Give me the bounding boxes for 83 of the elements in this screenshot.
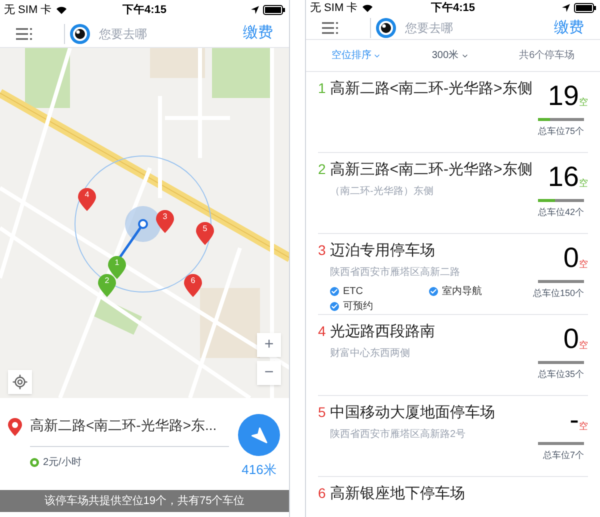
location-arrow-icon (562, 4, 570, 12)
map-marker[interactable]: 2 (98, 274, 116, 297)
location-arrow-icon (251, 6, 259, 14)
total-spaces: 总车位7个 (542, 449, 584, 462)
occupancy-bar (538, 361, 584, 364)
parking-lot-row[interactable]: 2 高新三路<南二环-光华路>东侧 （南二环-光华路）东侧 16空 总车位42个 (318, 153, 588, 234)
parking-lot-row[interactable]: 6 高新银座地下停车场 (318, 477, 588, 517)
lot-name[interactable]: 高新二路<南二环-光华路>东侧 (330, 78, 532, 100)
battery-icon (263, 5, 285, 15)
total-spaces: 总车位35个 (538, 368, 584, 381)
location-pin-icon (8, 418, 22, 436)
parking-lot-row[interactable]: 1 高新二路<南二环-光华路>东侧 19空 总车位75个 (318, 72, 588, 153)
check-icon (429, 286, 438, 296)
zoom-in-button[interactable]: + (257, 333, 281, 357)
feature-label: ETC (343, 284, 363, 298)
occupancy-bar (538, 280, 584, 283)
distance-text: 416米 (242, 461, 276, 479)
lot-index: 3 (318, 241, 326, 260)
wifi-icon (362, 4, 373, 12)
pay-button[interactable]: 缴费 (554, 16, 584, 39)
feature-label: 可预约 (343, 300, 373, 314)
total-spaces: 总车位75个 (538, 125, 584, 138)
carrier-text: 无 SIM 卡 (4, 2, 52, 18)
available-unit: 空 (579, 177, 588, 190)
price-text: 2元/小时 (43, 456, 82, 470)
lot-name[interactable]: 高新银座地下停车场 (330, 483, 465, 506)
map-marker[interactable]: 6 (184, 274, 202, 297)
parking-lot-row[interactable]: 4 光远路西段路南 财富中心东西两侧 0空 总车位35个 (318, 315, 588, 396)
lot-index: 2 (318, 160, 326, 179)
total-spaces: 总车位42个 (538, 206, 584, 219)
footer-message: 该停车场共提供空位19个，共有75个车位 (0, 490, 289, 512)
available-count: 0 (563, 325, 579, 353)
lot-index: 4 (318, 322, 326, 341)
map-marker[interactable]: 4 (78, 188, 96, 211)
lot-name[interactable]: 光远路西段路南 (330, 321, 435, 344)
coin-icon (30, 458, 39, 467)
feature-label: 室内导航 (442, 284, 482, 298)
lot-index: 5 (318, 403, 326, 422)
filter-dropdown[interactable]: 空位排序 (331, 48, 382, 63)
pay-button[interactable]: 缴费 (243, 22, 273, 45)
available-count: - (570, 406, 579, 434)
filter-dropdown[interactable]: 300米 (432, 48, 469, 63)
check-icon (330, 302, 339, 310)
clock-text: 下午4:15 (122, 2, 167, 18)
carrier-text: 无 SIM 卡 (310, 1, 358, 16)
available-unit: 空 (579, 96, 588, 109)
battery-icon (574, 3, 596, 14)
available-count: 0 (563, 244, 579, 272)
lot-index: 1 (318, 79, 326, 98)
available-unit: 空 (579, 420, 588, 433)
locate-button[interactable] (8, 370, 32, 394)
lot-name[interactable]: 中国移动大厦地面停车场 (330, 402, 495, 424)
map-marker[interactable]: 3 (156, 210, 174, 233)
navigate-button[interactable] (238, 414, 280, 456)
lot-index: 6 (318, 484, 326, 503)
menu-icon[interactable] (16, 28, 32, 40)
lot-count-text: 共6个停车场 (519, 48, 575, 63)
map-marker[interactable]: 5 (196, 222, 214, 245)
clock-text: 下午4:15 (430, 0, 476, 16)
lot-address: 陕西省西安市雁塔区高新路2号 (330, 428, 467, 442)
available-unit: 空 (579, 258, 588, 271)
zoom-out-button[interactable]: − (257, 361, 281, 385)
available-count: 19 (548, 82, 579, 110)
menu-icon[interactable] (322, 22, 338, 34)
total-spaces: 总车位150个 (532, 287, 584, 300)
check-icon (330, 286, 339, 296)
wifi-icon (56, 6, 67, 14)
occupancy-bar (538, 442, 584, 445)
parking-lot-row[interactable]: 3 迈泊专用停车场 陕西省西安市雁塔区高新二路 ETC 室内导航 可预约 0空 总车位150个 (318, 234, 588, 315)
send-arrow-icon (250, 426, 268, 444)
parking-lot-name: 高新二路<南二环-光华路>东... (30, 417, 217, 433)
lot-address: （南二环-光华路）东侧 (330, 184, 434, 198)
lot-name[interactable]: 高新三路<南二环-光华路>东侧 (330, 159, 532, 182)
available-count: 16 (548, 163, 579, 191)
lot-address: 陕西省西安市雁塔区高新二路 (330, 266, 461, 280)
lot-name[interactable]: 迈泊专用停车场 (330, 240, 435, 262)
parking-lot-row[interactable]: 5 中国移动大厦地面停车场 陕西省西安市雁塔区高新路2号 -空 总车位7个 (318, 396, 588, 477)
available-unit: 空 (579, 339, 588, 352)
search-field[interactable]: 您要去哪 (99, 24, 243, 42)
eye-logo-icon (69, 22, 91, 44)
lot-address: 财富中心东西两侧 (330, 346, 411, 360)
map-view[interactable]: 4 3 5 1 2 6 + − (0, 48, 289, 398)
search-field[interactable]: 您要去哪 (405, 18, 554, 37)
